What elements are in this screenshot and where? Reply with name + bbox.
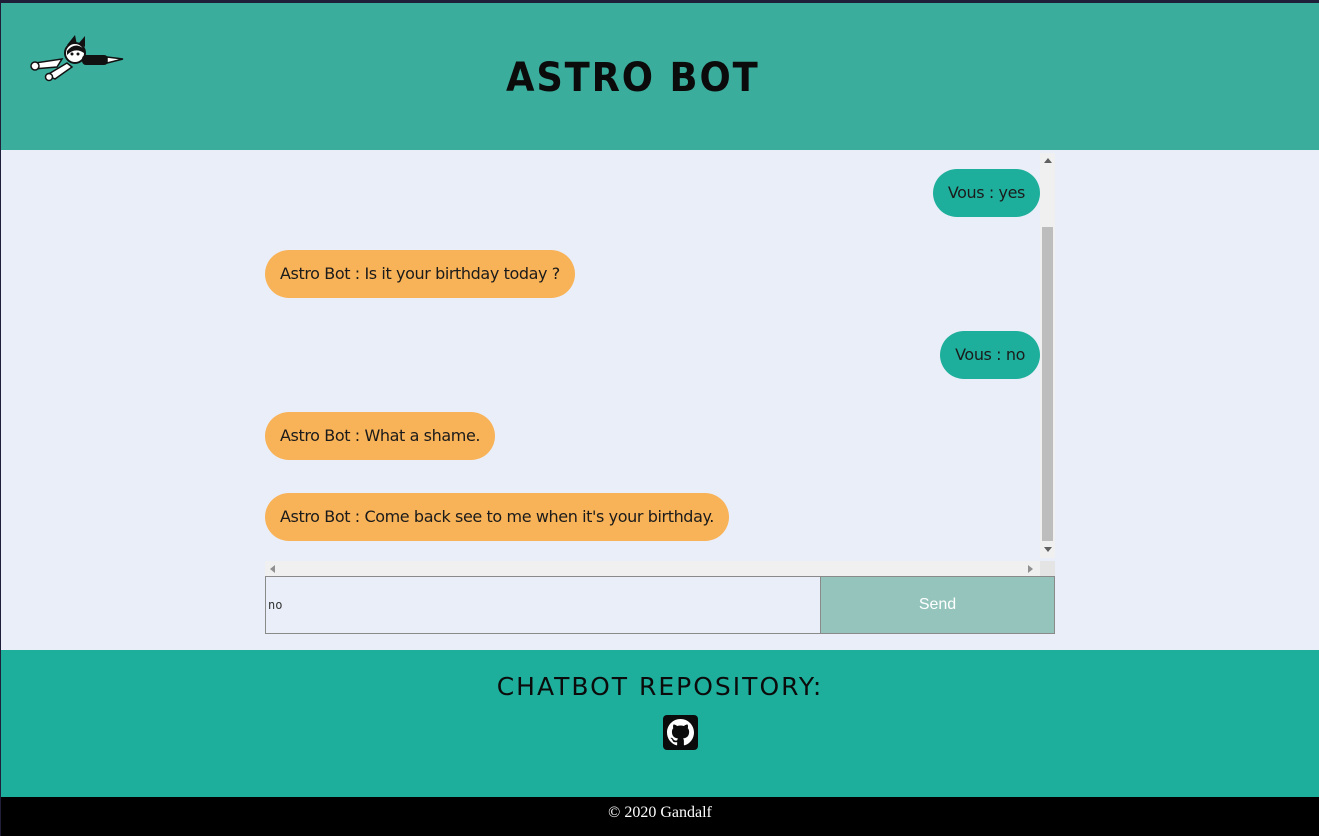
- bot-message: Astro Bot : What a shame.: [265, 412, 496, 460]
- chat-window[interactable]: Vous : yes Astro Bot : Is it your birthd…: [265, 153, 1055, 576]
- vertical-scrollbar[interactable]: [1040, 153, 1055, 558]
- message-list: Vous : yes Astro Bot : Is it your birthd…: [265, 153, 1040, 558]
- send-button[interactable]: Send: [820, 576, 1055, 634]
- scroll-left-arrow-icon[interactable]: [270, 565, 275, 573]
- copyright-bar: © 2020 Gandalf: [1, 797, 1319, 836]
- header: ASTRO BOT: [1, 3, 1319, 150]
- footer: CHATBOT REPOSITORY:: [1, 650, 1319, 797]
- page-title: ASTRO BOT: [506, 55, 760, 101]
- user-message: Vous : no: [940, 331, 1040, 379]
- github-icon[interactable]: [663, 715, 698, 750]
- bot-message: Astro Bot : Come back see to me when it'…: [265, 493, 729, 541]
- user-message: Vous : yes: [932, 169, 1040, 217]
- repository-heading: CHATBOT REPOSITORY:: [496, 672, 824, 701]
- scroll-up-arrow-icon[interactable]: [1044, 158, 1052, 163]
- scrollbar-corner: [1040, 561, 1055, 576]
- horizontal-scrollbar[interactable]: [265, 561, 1040, 576]
- page: ASTRO BOT Vous : yes Astro Bot : Is it y…: [1, 3, 1319, 836]
- message-input[interactable]: [265, 576, 824, 634]
- scroll-down-arrow-icon[interactable]: [1044, 547, 1052, 552]
- bot-message: Astro Bot : Is it your birthday today ?: [265, 250, 575, 298]
- vertical-scroll-thumb[interactable]: [1042, 227, 1053, 541]
- astro-boy-flying-icon: [30, 35, 124, 82]
- scroll-right-arrow-icon[interactable]: [1028, 565, 1033, 573]
